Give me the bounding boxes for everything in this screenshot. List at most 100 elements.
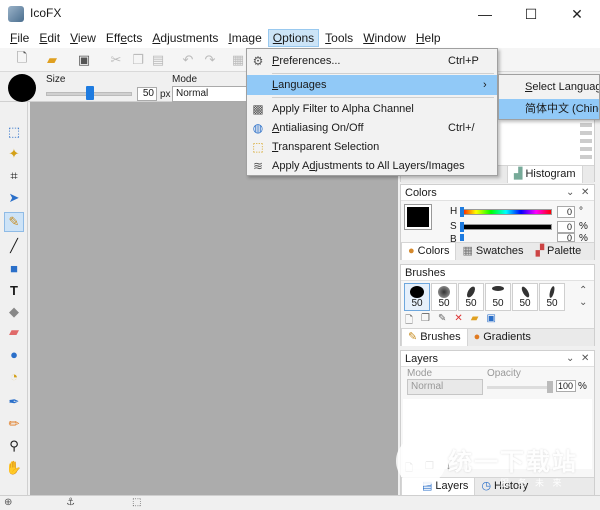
hue-thumb[interactable] [460,207,464,217]
brush-tool-icon[interactable]: ✎ [4,212,24,232]
fill-bucket-icon[interactable]: ◆ [4,302,24,322]
panel-collapse-icon[interactable]: ⌄ [566,187,574,198]
crop-icon[interactable]: ⌗ [4,166,24,186]
text-tool-icon[interactable]: T [4,280,24,300]
foreground-color-swatch[interactable] [404,204,432,230]
layer-opacity-thumb[interactable] [547,381,553,393]
menu-image[interactable]: Image [224,29,265,47]
brush-shape [438,286,450,298]
save-icon[interactable]: ▣ [76,52,92,68]
size-slider-thumb[interactable] [86,86,94,100]
brush-scroll-down-icon[interactable]: ⌄ [579,297,587,308]
languages-submenu: Select Language 简体中文 (Chinese) [498,74,600,120]
tab-gradients[interactable]: ● Gradients [468,329,537,346]
saturation-thumb[interactable] [460,222,464,232]
hue-input[interactable]: 0 [557,206,575,218]
magic-wand-icon[interactable]: ✦ [4,144,24,164]
dodge-icon[interactable]: ◔ [4,366,24,386]
brush-shape [519,285,531,299]
menu-item-apply-adjustments[interactable]: ≋ Apply Adjustments to All Layers/Images [247,156,497,176]
brushes-panel-title: Brushes [401,265,594,281]
tab-colors[interactable]: ● Colors [401,243,457,260]
menu-edit[interactable]: Edit [35,29,64,47]
brush-preset[interactable]: 50 [512,283,538,311]
rectangle-tool-icon[interactable]: ■ [4,258,24,278]
menu-item-chinese[interactable]: 简体中文 (Chinese) [499,99,599,119]
pencil-icon[interactable]: ✏ [4,414,24,434]
menu-help[interactable]: Help [412,29,445,47]
menu-item-antialiasing[interactable]: ◍ Antialiasing On/Off Ctrl+/ [247,118,497,138]
saturation-input[interactable]: 0 [557,221,575,233]
brush-scroll-up-icon[interactable]: ⌃ [579,285,587,296]
transparent-selection-icon: ⬚ [252,140,264,154]
layer-opacity-unit: % [578,381,587,392]
zoom-icon[interactable]: ⚲ [4,436,24,456]
copy-icon[interactable]: ❐ [130,52,146,68]
hand-icon[interactable]: ✋ [4,458,24,478]
menu-item-languages[interactable]: Languages › [247,75,497,95]
brush-icon: ✎ [408,331,418,343]
brush-preset[interactable]: 50 [431,283,457,311]
window-title: IcoFX [30,6,62,20]
mode-select[interactable]: Normal [172,86,248,102]
brightness-thumb[interactable] [460,234,464,241]
mode-label: Mode [172,74,198,85]
menu-view[interactable]: View [66,29,100,47]
close-button[interactable]: ✕ [554,0,600,28]
brush-preset[interactable]: 50 [458,283,484,311]
menu-item-apply-filter[interactable]: ▩ Apply Filter to Alpha Channel [247,99,497,119]
menu-bar: File Edit View Effects Adjustments Image… [0,28,600,48]
move-icon[interactable]: ➤ [4,188,24,208]
redo-icon[interactable]: ↷ [202,52,218,68]
color-palette-icon: ● [408,245,415,257]
panel-close-icon[interactable]: ✕ [581,187,589,198]
cut-icon[interactable]: ✂ [108,52,124,68]
size-input[interactable]: 50 [137,87,157,101]
brushes-panel: Brushes 50 50 50 50 50 50 ⌃ ⌄ 🗋 ❐ ✎ ✕ ▰ … [400,264,595,346]
layer-opacity-track[interactable] [487,386,551,389]
brightness-input[interactable]: 0 [557,233,575,242]
layers-close-icon[interactable]: ✕ [581,353,589,364]
menu-file[interactable]: File [6,29,33,47]
brush-preset[interactable]: 50 [539,283,565,311]
eyedropper-icon[interactable]: ✒ [4,392,24,412]
paste-icon[interactable]: ▤ [150,52,166,68]
brush-preset[interactable]: 50 [485,283,511,311]
menu-item-select-language[interactable]: Select Language [499,77,599,97]
submenu-arrow-icon: › [483,79,487,91]
brush-preset[interactable]: 50 [404,283,430,311]
eraser-icon[interactable]: ▰ [4,322,24,342]
hue-label: H [450,206,458,217]
saturation-bar[interactable] [460,224,552,230]
minimize-button[interactable]: — [462,0,508,28]
maximize-button[interactable]: ☐ [508,0,554,28]
menu-effects[interactable]: Effects [102,29,147,47]
new-file-icon[interactable]: 🗋 [14,50,30,68]
menu-tools[interactable]: Tools [321,29,357,47]
layers-collapse-icon[interactable]: ⌄ [566,353,574,364]
grid-icon[interactable]: ▦ [230,52,246,68]
menu-item-transparent-selection[interactable]: ⬚ Transparent Selection [247,137,497,157]
menu-adjustments[interactable]: Adjustments [148,29,222,47]
marquee-select-icon[interactable]: ⬚ [4,122,24,142]
menu-window[interactable]: Window [359,29,410,47]
drop-blur-icon[interactable]: ● [4,344,24,364]
undo-icon[interactable]: ↶ [180,52,196,68]
layer-opacity-input[interactable]: 100 [556,380,576,392]
open-folder-icon[interactable]: ▰ [44,52,60,68]
layer-mode-select[interactable]: Normal [407,379,483,395]
hue-unit: ° [579,206,583,217]
watermark-text: 统一下载站 [448,449,578,476]
navigator-preview [580,123,592,159]
tab-brushes[interactable]: ✎ Brushes [401,329,468,346]
brush-shape [410,286,424,298]
history-icon: ◷ [481,480,492,492]
tab-histogram[interactable]: ▟ Histogram [507,166,583,183]
menu-item-preferences[interactable]: ⚙ Preferences... Ctrl+P [247,51,497,71]
anchor-status-icon: ⚓ [66,497,75,508]
tab-palette[interactable]: ▞ Palette [530,243,588,260]
menu-options[interactable]: Options [267,29,320,47]
tab-swatches[interactable]: ▦ Swatches [456,243,529,260]
hue-bar[interactable] [460,209,552,215]
line-tool-icon[interactable]: ╱ [4,236,24,256]
